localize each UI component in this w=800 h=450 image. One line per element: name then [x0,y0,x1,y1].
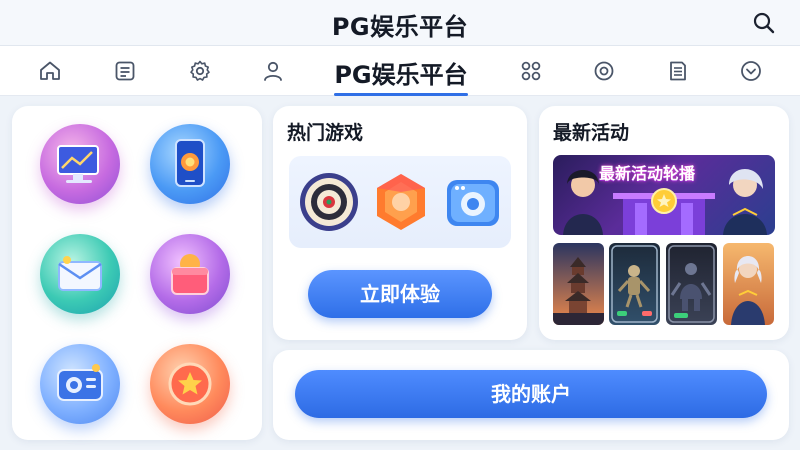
camera-app-icon[interactable] [40,344,120,424]
phone-app-icon[interactable] [150,124,230,204]
warrior-phone-thumbnail[interactable] [666,243,717,325]
account-card: 我的账户 [273,350,789,440]
hot-games-card: 热门游戏 立即体验 [273,106,527,340]
nav-bar: PG娱乐平台 [0,46,800,96]
robot-phone-thumbnail[interactable] [609,243,660,325]
active-tab-indicator [334,93,468,96]
app-shortcuts-panel [12,106,262,440]
home-icon[interactable] [38,59,62,83]
mail-app-icon[interactable] [40,234,120,314]
pagoda-thumbnail[interactable] [553,243,604,325]
orange-gem-icon[interactable] [369,170,433,234]
try-now-button[interactable]: 立即体验 [308,270,492,318]
dartboard-icon[interactable] [297,170,361,234]
grid-icon[interactable] [519,59,543,83]
activity-banner-text: 最新活动轮播 [599,164,696,183]
settings-icon[interactable] [188,59,212,83]
activity-banner[interactable]: 最新活动轮播 [553,155,775,235]
heroine-thumbnail[interactable] [723,243,774,325]
monitor-app-icon[interactable] [40,124,120,204]
target-icon[interactable] [592,59,616,83]
tab-pg-platform[interactable]: PG娱乐平台 [330,46,472,96]
top-bar: PG娱乐平台 [0,0,800,46]
app-title: PG娱乐平台 [331,13,469,41]
hot-games-title: 热门游戏 [287,122,364,144]
gift-bag-app-icon[interactable] [150,234,230,314]
chevron-down-icon[interactable] [739,59,763,83]
user-icon[interactable] [261,59,285,83]
star-coin-app-icon[interactable] [150,344,230,424]
activities-title: 最新活动 [553,122,630,144]
notes-icon[interactable] [666,59,690,83]
search-icon[interactable] [752,11,776,35]
hot-games-strip [289,156,511,248]
blue-device-icon[interactable] [441,170,505,234]
tab-label: PG娱乐平台 [334,61,468,89]
latest-activities-card: 最新活动 最新活动轮播 [539,106,789,340]
my-account-button[interactable]: 我的账户 [295,370,767,418]
document-icon[interactable] [113,59,137,83]
